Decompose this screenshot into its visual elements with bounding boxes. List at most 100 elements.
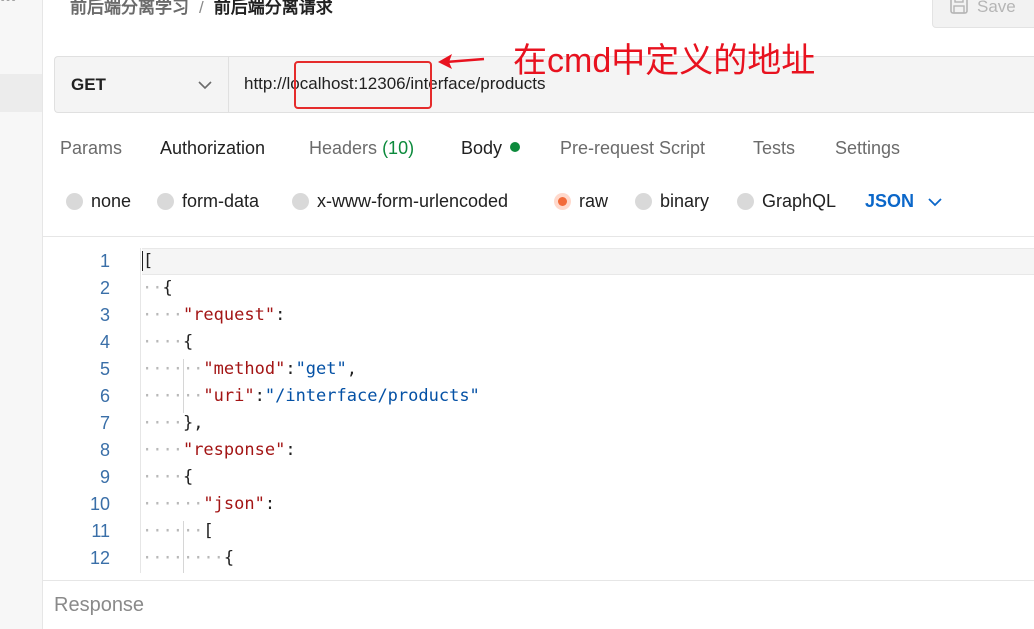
line-number: 4 <box>99 332 110 352</box>
json-punctuation: }, <box>182 413 204 433</box>
whitespace-marker: ······ <box>142 494 204 514</box>
save-button[interactable]: Save <box>932 0 1034 28</box>
line-number: 5 <box>99 359 110 379</box>
radio-circle-selected <box>554 193 571 210</box>
code-line: ······[ <box>142 521 214 541</box>
divider <box>42 236 1034 237</box>
radio-binary[interactable]: binary <box>635 191 709 212</box>
method-value: GET <box>71 74 106 94</box>
json-punctuation: , <box>346 359 357 379</box>
radio-circle <box>157 193 174 210</box>
code-line: ····{ <box>142 467 193 487</box>
radio-urlencoded-label: x-www-form-urlencoded <box>317 191 509 211</box>
json-punctuation: { <box>182 332 194 352</box>
whitespace-marker: ······ <box>142 359 204 379</box>
code-line: ········{ <box>142 548 234 568</box>
whitespace-marker: ···· <box>142 332 183 352</box>
line-number: 3 <box>99 305 110 325</box>
line-number: 10 <box>89 494 110 514</box>
line-number: 2 <box>99 278 110 298</box>
save-label: Save <box>977 0 1016 16</box>
json-string: "get" <box>295 359 347 379</box>
json-punctuation: : <box>264 494 276 514</box>
sidebar-selected-item[interactable] <box>0 74 42 112</box>
code-line: ··{ <box>142 278 173 298</box>
tab-authorization[interactable]: Authorization <box>160 138 265 159</box>
chevron-down-icon <box>928 191 942 212</box>
whitespace-marker: ···· <box>142 467 183 487</box>
code-line: [ <box>142 251 154 271</box>
whitespace-marker: ···· <box>142 440 183 460</box>
code-line: ····{ <box>142 332 193 352</box>
json-punctuation: : <box>285 359 296 379</box>
code-editor[interactable]: 1 2 3 4 5 6 7 8 9 10 11 12[··{····"request": ····{··… <box>54 248 1034 573</box>
save-icon <box>949 0 969 20</box>
breadcrumb-request[interactable]: 前后端分离请求 <box>214 0 333 17</box>
language-value: JSON <box>865 191 915 211</box>
line-number: 7 <box>99 413 110 433</box>
tab-body[interactable]: Body <box>461 138 521 159</box>
radio-form-data[interactable]: form-data <box>157 191 259 212</box>
json-key: "request" <box>182 305 276 325</box>
annotation-arrow-icon <box>438 54 485 69</box>
radio-circle <box>66 193 83 210</box>
whitespace-marker: ···· <box>142 413 183 433</box>
sidebar-snippet: 000 <box>0 0 16 4</box>
line-number: 9 <box>99 467 110 487</box>
code-line: ······"method":"get", <box>142 359 357 379</box>
tab-settings[interactable]: Settings <box>835 138 900 159</box>
indent-guide <box>182 359 184 413</box>
radio-urlencoded[interactable]: x-www-form-urlencoded <box>292 191 508 212</box>
radio-form-data-label: form-data <box>182 191 260 211</box>
whitespace-marker: ······ <box>142 386 204 406</box>
json-punctuation: : <box>254 386 265 406</box>
active-line-highlight <box>142 248 1034 275</box>
radio-raw[interactable]: raw <box>554 191 608 212</box>
radio-none[interactable]: none <box>66 191 131 212</box>
indent-guide <box>182 521 184 573</box>
json-string: "/interface/products" <box>264 386 480 406</box>
response-section-title[interactable]: Response <box>54 594 144 617</box>
language-select[interactable]: JSON <box>865 191 942 212</box>
tab-params[interactable]: Params <box>60 138 122 159</box>
json-punctuation: [ <box>203 521 214 541</box>
json-punctuation: [ <box>142 251 154 271</box>
code-line: ····}, <box>142 413 203 433</box>
divider <box>42 580 1034 581</box>
radio-none-label: none <box>91 191 132 211</box>
tab-headers[interactable]: Headers (10) <box>309 138 414 159</box>
tab-headers-label: Headers <box>309 138 378 158</box>
radio-graphql[interactable]: GraphQL <box>737 191 836 212</box>
breadcrumb-collection[interactable]: 前后端分离学习 <box>70 0 189 17</box>
method-select[interactable]: GET <box>55 57 229 112</box>
chevron-down-icon <box>198 75 212 95</box>
json-punctuation: { <box>182 467 194 487</box>
whitespace-marker: ···· <box>142 305 183 325</box>
json-key: "json" <box>203 494 265 514</box>
annotation-text: 在cmd中定义的地址 <box>513 42 816 80</box>
whitespace-marker: ·· <box>142 278 163 298</box>
json-key: "uri" <box>203 386 255 406</box>
tab-tests[interactable]: Tests <box>753 138 795 159</box>
radio-raw-label: raw <box>579 191 609 211</box>
tab-body-label: Body <box>461 138 503 158</box>
whitespace-marker: ······ <box>142 521 204 541</box>
radio-binary-label: binary <box>660 191 710 211</box>
radio-circle <box>737 193 754 210</box>
code-line: ····"response": <box>142 440 296 460</box>
line-number: 1 <box>99 251 110 271</box>
radio-graphql-label: GraphQL <box>762 191 837 211</box>
radio-circle <box>292 193 309 210</box>
json-punctuation: : <box>275 305 286 325</box>
body-indicator-dot <box>510 142 521 152</box>
breadcrumb: 前后端分离学习 / 前后端分离请求 <box>70 0 333 18</box>
json-punctuation: { <box>223 548 235 568</box>
headers-count-badge: (10) <box>382 138 415 158</box>
sidebar: 000 <box>0 0 43 629</box>
gutter-divider <box>140 248 141 573</box>
tab-pre-request-script[interactable]: Pre-request Script <box>560 138 705 159</box>
json-key: "response" <box>182 440 286 460</box>
code-line: ······"uri":"/interface/products" <box>142 386 480 406</box>
json-punctuation: : <box>285 440 296 460</box>
code-line: ····"request": <box>142 305 285 325</box>
